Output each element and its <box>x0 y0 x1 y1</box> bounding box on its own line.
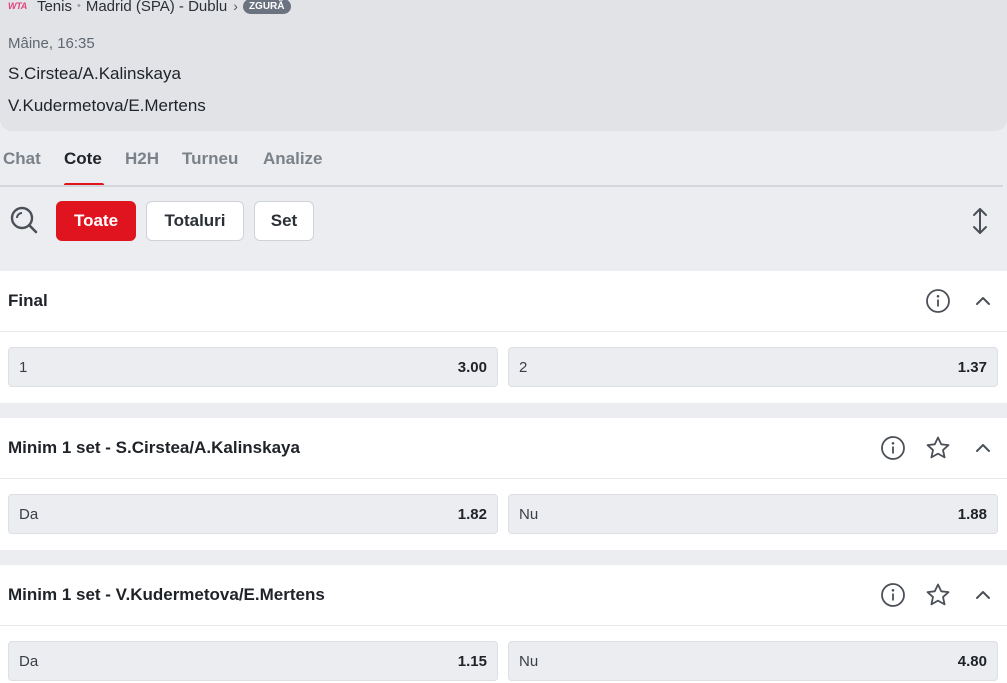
odd-label: Nu <box>519 652 539 670</box>
tab-chat[interactable]: Chat <box>3 149 41 169</box>
market-final: Final 1 3.00 2 1.37 <box>0 271 1007 403</box>
breadcrumb: WTA Tenis • Madrid (SPA) - Dublu › ZGURĂ <box>8 0 291 15</box>
info-icon[interactable] <box>925 288 951 314</box>
chevron-up-icon[interactable] <box>970 435 996 461</box>
breadcrumb-separator-dot: • <box>76 0 81 12</box>
odd-label: 2 <box>519 358 528 376</box>
market-min-1-set-team-2: Minim 1 set - V.Kudermetova/E.Mertens Da… <box>0 565 1007 683</box>
odd-button[interactable]: Da 1.82 <box>8 494 498 534</box>
match-time: Mâine, 16:35 <box>8 35 95 52</box>
odd-value: 1.37 <box>957 358 987 376</box>
breadcrumb-sport[interactable]: Tenis <box>37 0 72 15</box>
market-min-1-set-team-1: Minim 1 set - S.Cirstea/A.Kalinskaya Da … <box>0 418 1007 550</box>
market-header[interactable]: Final <box>0 271 1007 332</box>
odd-value: 1.88 <box>957 505 987 523</box>
tab-cote[interactable]: Cote <box>64 149 102 169</box>
match-tabs: Chat Cote H2H Turneu Analize <box>0 131 1007 187</box>
tab-turneu[interactable]: Turneu <box>182 149 238 169</box>
sort-vertical-icon[interactable] <box>968 206 992 236</box>
odd-button[interactable]: 1 3.00 <box>8 347 498 387</box>
market-header[interactable]: Minim 1 set - V.Kudermetova/E.Mertens <box>0 565 1007 626</box>
market-title: Minim 1 set - S.Cirstea/A.Kalinskaya <box>8 438 300 457</box>
star-icon[interactable] <box>925 582 951 608</box>
odd-button[interactable]: Da 1.15 <box>8 641 498 681</box>
info-icon[interactable] <box>880 435 906 461</box>
odd-button[interactable]: Nu 4.80 <box>508 641 998 681</box>
odd-value: 1.15 <box>457 652 487 670</box>
odd-label: Nu <box>519 505 539 523</box>
chevron-up-icon[interactable] <box>970 288 996 314</box>
search-icon[interactable] <box>9 205 39 235</box>
surface-badge: ZGURĂ <box>242 0 291 14</box>
market-title: Final <box>8 291 48 310</box>
team-2-name: V.Kudermetova/E.Mertens <box>8 96 206 115</box>
info-icon[interactable] <box>880 582 906 608</box>
tab-analize[interactable]: Analize <box>263 149 323 169</box>
market-header[interactable]: Minim 1 set - S.Cirstea/A.Kalinskaya <box>0 418 1007 479</box>
chevron-right-icon: › <box>233 0 238 14</box>
filter-toate-button[interactable]: Toate <box>56 201 136 241</box>
wta-logo: WTA <box>8 1 27 11</box>
market-title: Minim 1 set - V.Kudermetova/E.Mertens <box>8 585 325 604</box>
odd-button[interactable]: 2 1.37 <box>508 347 998 387</box>
tabs-divider <box>0 185 1003 187</box>
filter-totaluri-button[interactable]: Totaluri <box>146 201 244 241</box>
tab-h2h[interactable]: H2H <box>125 149 159 169</box>
breadcrumb-tournament[interactable]: Madrid (SPA) - Dublu <box>86 0 227 15</box>
star-icon[interactable] <box>925 435 951 461</box>
odd-value: 1.82 <box>457 505 487 523</box>
filter-set-button[interactable]: Set <box>254 201 314 241</box>
chevron-up-icon[interactable] <box>970 582 996 608</box>
odd-button[interactable]: Nu 1.88 <box>508 494 998 534</box>
team-1-name: S.Cirstea/A.Kalinskaya <box>8 64 181 83</box>
odd-value: 4.80 <box>957 652 987 670</box>
odd-value: 3.00 <box>457 358 487 376</box>
odd-label: Da <box>19 505 39 523</box>
odd-label: Da <box>19 652 39 670</box>
odd-label: 1 <box>19 358 28 376</box>
match-header: WTA Tenis • Madrid (SPA) - Dublu › ZGURĂ… <box>0 0 1007 131</box>
